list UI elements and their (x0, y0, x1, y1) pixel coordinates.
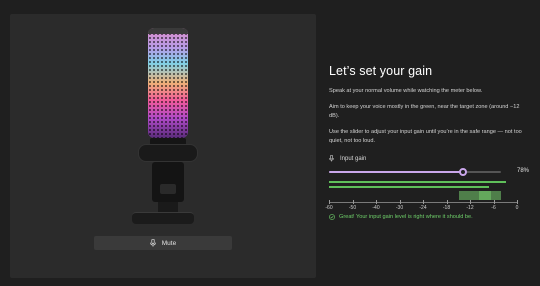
gain-setup-content: Let’s set your gain Speak at your normal… (325, 64, 529, 220)
meter-tick-label: -30 (395, 205, 404, 212)
safe-zone (459, 191, 479, 201)
microphone-image (128, 14, 198, 224)
mic-gain-knob (160, 184, 176, 194)
slider-thumb[interactable] (459, 168, 468, 177)
meter-tick (329, 200, 330, 205)
input-gain-label: Input gain (340, 155, 367, 162)
level-bar (329, 181, 506, 184)
meter-tick-label: -50 (348, 205, 357, 212)
mic-stand-base (132, 212, 194, 224)
meter-tick-label: -60 (325, 205, 333, 212)
gain-status-message: Great! Your input gain level is right wh… (329, 214, 529, 220)
instruction-text: Speak at your normal volume while watchi… (329, 88, 483, 94)
target-zone (479, 191, 491, 201)
meter-tick (352, 200, 354, 205)
mute-button[interactable]: Mute (94, 236, 232, 250)
input-gain-slider[interactable]: 78% (329, 168, 529, 177)
page-title: Let’s set your gain (329, 64, 433, 78)
meter-tick (446, 200, 448, 205)
meter-tick-label: -18 (442, 205, 451, 212)
device-preview-panel: Mute (10, 14, 316, 278)
meter-tick (517, 200, 518, 205)
instruction-text: Use the slider to adjust your input gain… (329, 129, 522, 144)
meter-tick-label: 0 (515, 205, 519, 212)
mute-button-label: Mute (161, 239, 177, 247)
microphone-icon (329, 155, 334, 162)
meter-tick-label: -24 (419, 205, 427, 212)
safe-zone (491, 191, 501, 201)
input-gain-header: Input gain (329, 155, 529, 162)
gain-percent-value: 78% (516, 168, 529, 175)
checkmark-circle-icon (329, 214, 335, 220)
meter-tick-label: -12 (466, 205, 474, 212)
meter-tick (493, 200, 495, 205)
input-level-meter: -60 -50 -40 -30 -24 -18 -12 -6 0 (325, 180, 529, 212)
level-bar (329, 186, 489, 189)
microphone-icon (150, 239, 156, 247)
meter-tick (376, 200, 377, 205)
meter-tick (470, 200, 471, 205)
mic-rgb-grille (148, 28, 188, 138)
instruction-text: Aim to keep your voice mostly in the gre… (329, 104, 520, 119)
meter-tick-label: -6 (491, 205, 496, 212)
slider-fill (329, 171, 464, 174)
meter-tick (423, 200, 424, 205)
meter-tick-label: -40 (372, 205, 380, 212)
meter-tick (399, 200, 401, 205)
status-text: Great! Your input gain level is right wh… (339, 214, 473, 221)
